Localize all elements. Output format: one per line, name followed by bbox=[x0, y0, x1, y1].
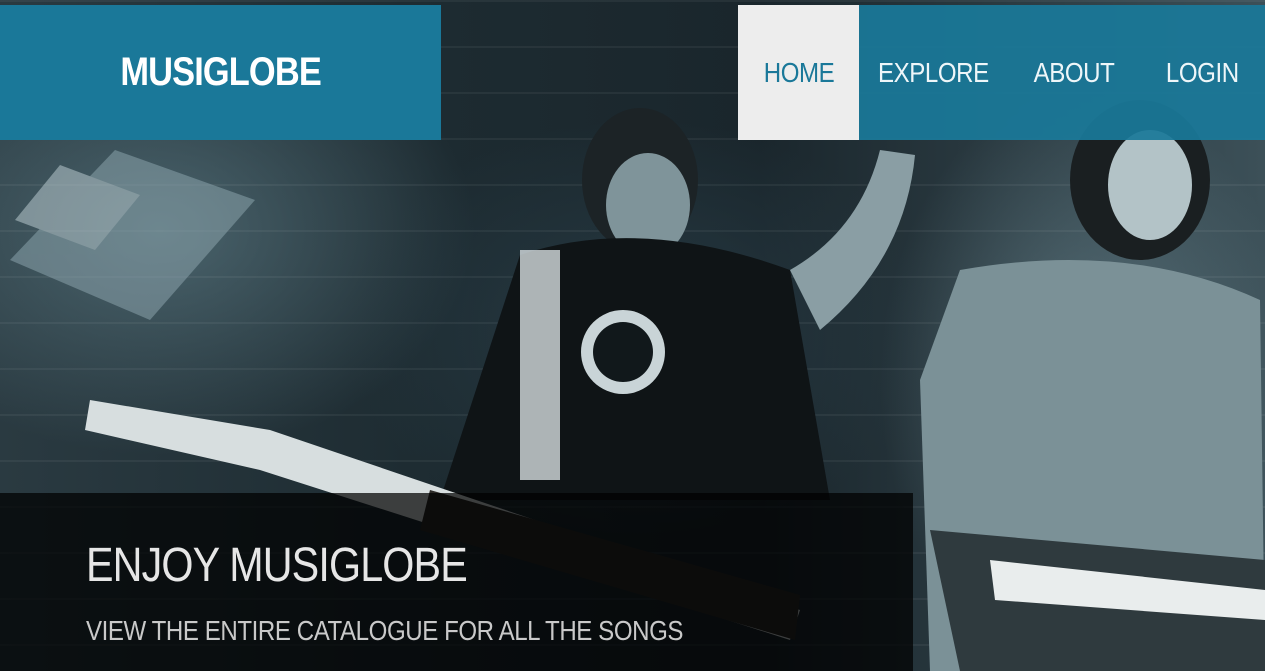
nav-login[interactable]: LOGIN bbox=[1140, 5, 1265, 140]
nav-login-label: LOGIN bbox=[1166, 56, 1239, 88]
main-nav: HOME EXPLORE ABOUT LOGIN bbox=[738, 5, 1265, 140]
nav-about[interactable]: ABOUT bbox=[1008, 5, 1140, 140]
nav-about-label: ABOUT bbox=[1033, 56, 1115, 88]
nav-explore-label: EXPLORE bbox=[878, 56, 989, 88]
site-logo[interactable]: MUSIGLOBE bbox=[120, 50, 321, 95]
brand-bar: MUSIGLOBE bbox=[0, 5, 441, 140]
nav-explore[interactable]: EXPLORE bbox=[859, 5, 1008, 140]
guitarist-figure bbox=[920, 100, 1265, 671]
nav-home[interactable]: HOME bbox=[738, 5, 859, 140]
hero-title: ENJOY MUSIGLOBE bbox=[86, 539, 468, 592]
wall-art bbox=[10, 150, 255, 320]
bassist-figure bbox=[440, 108, 915, 500]
nav-home-label: HOME bbox=[763, 56, 834, 88]
hero-subtitle: VIEW THE ENTIRE CATALOGUE FOR ALL THE SO… bbox=[86, 615, 684, 646]
